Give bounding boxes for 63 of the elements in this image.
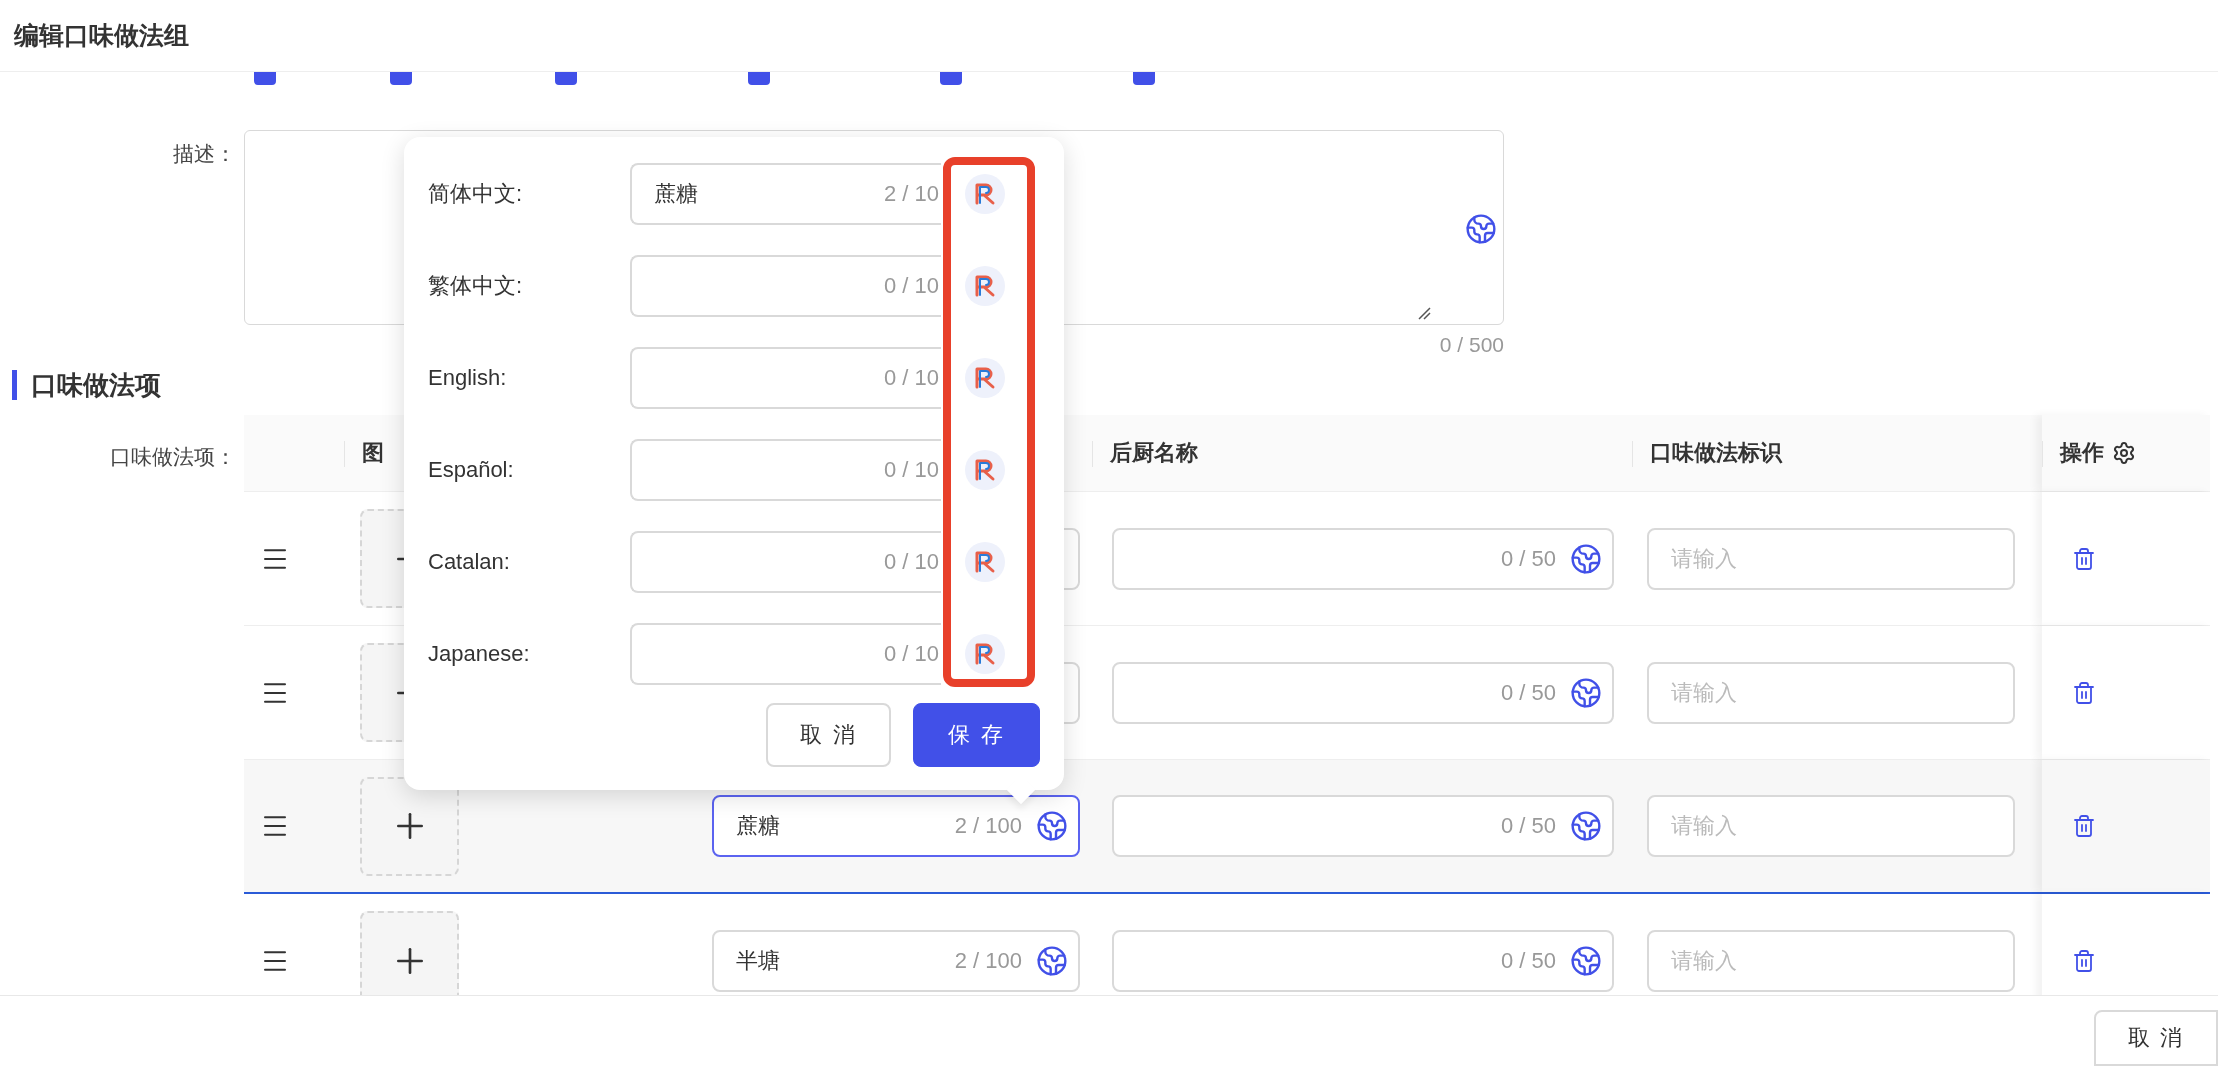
- char-counter: 0 / 50: [1500, 679, 1556, 706]
- globe-icon[interactable]: [1036, 810, 1068, 842]
- field-value: 半塘: [736, 946, 780, 975]
- char-counter: 0 / 10: [883, 457, 939, 483]
- cancel-button[interactable]: 取 消: [766, 703, 891, 767]
- translation-field[interactable]: 0 / 10: [630, 439, 941, 501]
- translation-field[interactable]: 0 / 10: [630, 255, 941, 317]
- char-counter: 0 / 50: [1500, 545, 1556, 572]
- name-field[interactable]: 蔗糖 2 / 100: [712, 795, 1080, 857]
- code-input[interactable]: 请输入: [1647, 929, 2015, 992]
- char-counter: 0 / 50: [1500, 947, 1556, 974]
- column-header: 口味做法标识: [1650, 439, 1782, 467]
- language-label: Japanese:: [428, 641, 531, 667]
- globe-icon[interactable]: [1570, 676, 1602, 709]
- field-label: 口味做法项：: [109, 444, 237, 470]
- char-counter: 2 / 10: [883, 181, 939, 207]
- char-counter: 0 / 50: [1500, 813, 1556, 839]
- globe-icon[interactable]: [1570, 944, 1602, 977]
- translation-field[interactable]: 0 / 10: [630, 347, 941, 409]
- globe-icon[interactable]: [1570, 810, 1602, 842]
- language-label: Español:: [428, 457, 515, 483]
- char-counter: 0 / 10: [883, 273, 939, 299]
- code-input[interactable]: 请输入: [1647, 661, 2015, 724]
- kitchen-name-field[interactable]: 0 / 50: [1112, 527, 1614, 590]
- delete-icon[interactable]: [2072, 546, 2096, 571]
- section-marker: [12, 370, 17, 400]
- kitchen-name-field[interactable]: 0 / 50: [1112, 929, 1614, 992]
- delete-icon[interactable]: [2072, 814, 2096, 838]
- delete-icon[interactable]: [2072, 680, 2096, 705]
- settings-icon[interactable]: [2112, 441, 2136, 465]
- save-button[interactable]: 保 存: [913, 703, 1040, 767]
- kitchen-name-field[interactable]: 0 / 50: [1112, 795, 1614, 857]
- field-value: 蔗糖: [736, 812, 780, 840]
- kitchen-name-field[interactable]: 0 / 50: [1112, 661, 1614, 724]
- translation-field[interactable]: 0 / 10: [630, 531, 941, 593]
- language-label: 繁体中文:: [428, 272, 524, 300]
- char-counter: 0 / 500: [1439, 333, 1504, 357]
- char-counter: 0 / 10: [883, 365, 939, 391]
- resize-handle-icon[interactable]: [1417, 306, 1431, 320]
- char-counter: 2 / 100: [954, 947, 1022, 974]
- char-counter: 2 / 100: [954, 813, 1022, 839]
- delete-icon[interactable]: [2072, 948, 2096, 973]
- name-field[interactable]: 半塘 2 / 100: [712, 929, 1080, 992]
- globe-icon[interactable]: [1036, 944, 1068, 977]
- language-label: Catalan:: [428, 549, 511, 575]
- column-header: 后厨名称: [1110, 439, 1198, 467]
- section-title: 口味做法项: [31, 368, 161, 402]
- cancel-button[interactable]: 取 消: [2094, 1010, 2218, 1066]
- translation-field[interactable]: 0 / 10: [630, 623, 941, 685]
- char-counter: 0 / 10: [883, 549, 939, 575]
- globe-icon[interactable]: [1570, 542, 1602, 575]
- code-input[interactable]: 请输入: [1647, 795, 2015, 857]
- char-counter: 0 / 10: [883, 641, 939, 667]
- field-label: 描述：: [172, 141, 237, 167]
- page-title: 编辑口味做法组: [14, 20, 189, 51]
- globe-icon[interactable]: [1465, 213, 1497, 245]
- field-value: 蔗糖: [654, 180, 698, 208]
- column-header: 图: [362, 439, 384, 467]
- column-header: 操作: [2060, 439, 2104, 467]
- language-label: 简体中文:: [428, 180, 524, 208]
- translation-field[interactable]: 蔗糖 2 / 10: [630, 163, 941, 225]
- language-label: English:: [428, 365, 508, 391]
- code-input[interactable]: 请输入: [1647, 527, 2015, 590]
